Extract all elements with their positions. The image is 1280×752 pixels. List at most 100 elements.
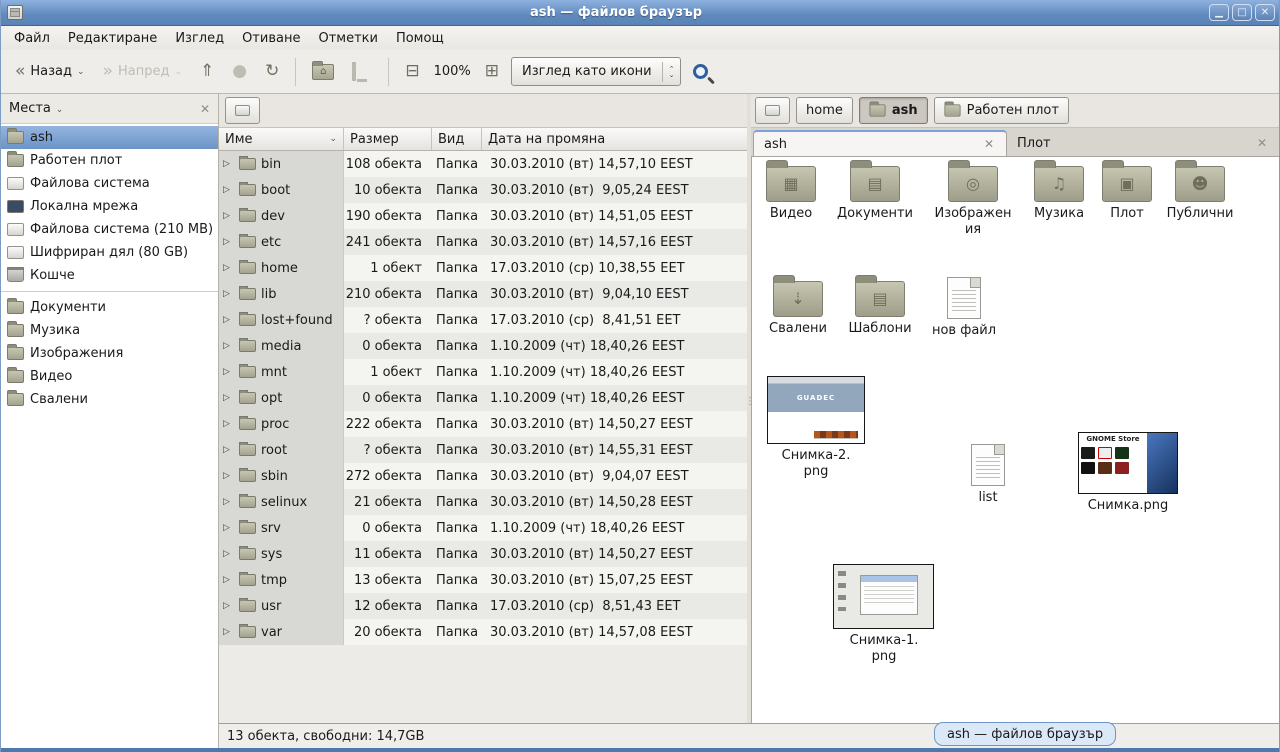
file-row[interactable]: ▷ proc 222 обекта Папка 30.03.2010 (вт) … bbox=[219, 411, 747, 437]
close-button[interactable]: ✕ bbox=[1255, 4, 1275, 21]
file-row[interactable]: ▷ boot 10 обекта Папка 30.03.2010 (вт) 9… bbox=[219, 177, 747, 203]
sidebar-item[interactable]: Файлова система bbox=[1, 172, 218, 195]
maximize-button[interactable]: □ bbox=[1232, 4, 1252, 21]
file-row[interactable]: ▷ selinux 21 обекта Папка 30.03.2010 (вт… bbox=[219, 489, 747, 515]
icon-item-documents[interactable]: ▤ Документи bbox=[830, 166, 920, 222]
zoom-in-button[interactable]: ⊞ bbox=[479, 59, 505, 84]
file-row[interactable]: ▷ lib 210 обекта Папка 30.03.2010 (вт) 9… bbox=[219, 281, 747, 307]
expander-icon[interactable]: ▷ bbox=[223, 185, 234, 195]
file-row[interactable]: ▷ etc 241 обекта Папка 30.03.2010 (вт) 1… bbox=[219, 229, 747, 255]
file-row[interactable]: ▷ lost+found ? обекта Папка 17.03.2010 (… bbox=[219, 307, 747, 333]
file-row[interactable]: ▷ sys 11 обекта Папка 30.03.2010 (вт) 14… bbox=[219, 541, 747, 567]
menu-item[interactable]: Отметки bbox=[309, 29, 386, 48]
column-header-date[interactable]: Дата на промяна bbox=[482, 128, 747, 150]
sidebar-item[interactable]: Музика bbox=[1, 319, 218, 342]
sidebar-title[interactable]: Места ⌄ bbox=[9, 101, 200, 116]
expander-icon[interactable]: ▷ bbox=[223, 341, 234, 351]
icon-item-downloads[interactable]: ⇣ Свалени bbox=[761, 281, 835, 337]
file-row[interactable]: ▷ var 20 обекта Папка 30.03.2010 (вт) 14… bbox=[219, 619, 747, 645]
up-button[interactable]: ⇑ bbox=[194, 59, 220, 84]
sidebar-item[interactable]: Свалени bbox=[1, 388, 218, 411]
file-row[interactable]: ▷ bin 108 обекта Папка 30.03.2010 (вт) 1… bbox=[219, 151, 747, 177]
icon-item-desktop[interactable]: ▣ Плот bbox=[1100, 166, 1154, 222]
back-button[interactable]: « Назад ⌄ bbox=[9, 59, 91, 84]
stop-button[interactable]: ● bbox=[226, 59, 253, 84]
file-row[interactable]: ▷ sbin 272 обекта Папка 30.03.2010 (вт) … bbox=[219, 463, 747, 489]
expander-icon[interactable]: ▷ bbox=[223, 471, 234, 481]
forward-button[interactable]: » Напред ⌄ bbox=[97, 59, 188, 84]
expander-icon[interactable]: ▷ bbox=[223, 211, 234, 221]
file-row[interactable]: ▷ srv 0 обекта Папка 1.10.2009 (чт) 18,4… bbox=[219, 515, 747, 541]
menu-item[interactable]: Отиване bbox=[233, 29, 309, 48]
search-button[interactable] bbox=[687, 60, 714, 83]
window-menu-icon[interactable] bbox=[7, 5, 23, 20]
expander-icon[interactable]: ▷ bbox=[223, 523, 234, 533]
home-button[interactable]: ⌂ bbox=[306, 60, 340, 84]
tab-desktop[interactable]: Плот ✕ bbox=[1007, 130, 1279, 156]
icon-item-list[interactable]: list bbox=[958, 444, 1018, 506]
breadcrumb-root-button[interactable] bbox=[755, 97, 790, 124]
icon-item-templates[interactable]: ▤ Шаблони bbox=[842, 281, 918, 337]
expander-icon[interactable]: ▷ bbox=[223, 575, 234, 585]
expander-icon[interactable]: ▷ bbox=[223, 445, 234, 455]
reload-button[interactable]: ↻ bbox=[259, 59, 285, 84]
sidebar-item[interactable]: Видео bbox=[1, 365, 218, 388]
file-row[interactable]: ▷ tmp 13 обекта Папка 30.03.2010 (вт) 15… bbox=[219, 567, 747, 593]
expander-icon[interactable]: ▷ bbox=[223, 497, 234, 507]
minimize-button[interactable]: ▁ bbox=[1209, 4, 1229, 21]
file-row[interactable]: ▷ root ? обекта Папка 30.03.2010 (вт) 14… bbox=[219, 437, 747, 463]
sidebar-item[interactable]: ash bbox=[1, 126, 218, 149]
expander-icon[interactable]: ▷ bbox=[223, 289, 234, 299]
tab-close-icon[interactable]: ✕ bbox=[982, 137, 996, 151]
column-header-size[interactable]: Размер bbox=[344, 128, 432, 150]
expander-icon[interactable]: ▷ bbox=[223, 263, 234, 273]
sidebar-item[interactable]: Шифриран дял (80 GB) bbox=[1, 241, 218, 264]
tab-close-icon[interactable]: ✕ bbox=[1255, 136, 1269, 150]
expander-icon[interactable]: ▷ bbox=[223, 393, 234, 403]
file-row[interactable]: ▷ dev 190 обекта Папка 30.03.2010 (вт) 1… bbox=[219, 203, 747, 229]
breadcrumb-user-button[interactable]: ash bbox=[859, 97, 928, 124]
back-dropdown-icon[interactable]: ⌄ bbox=[77, 67, 85, 77]
sidebar-close-icon[interactable]: ✕ bbox=[200, 102, 210, 116]
expander-icon[interactable]: ▷ bbox=[223, 367, 234, 377]
icon-item-public[interactable]: ☻ Публични bbox=[1157, 166, 1243, 222]
icon-item-snimka[interactable]: GNOME Store Снимка.png bbox=[1078, 432, 1178, 514]
expander-icon[interactable]: ▷ bbox=[223, 549, 234, 559]
menu-item[interactable]: Изглед bbox=[166, 29, 233, 48]
expander-icon[interactable]: ▷ bbox=[223, 601, 234, 611]
expander-icon[interactable]: ▷ bbox=[223, 627, 234, 637]
tab-ash[interactable]: ash ✕ bbox=[753, 130, 1007, 156]
breadcrumb-root-button[interactable] bbox=[225, 97, 260, 124]
computer-button[interactable] bbox=[346, 60, 378, 84]
column-header-kind[interactable]: Вид bbox=[432, 128, 482, 150]
file-row[interactable]: ▷ mnt 1 обект Папка 1.10.2009 (чт) 18,40… bbox=[219, 359, 747, 385]
sidebar-item[interactable]: Локална мрежа bbox=[1, 195, 218, 218]
expander-icon[interactable]: ▷ bbox=[223, 237, 234, 247]
menu-item[interactable]: Помощ bbox=[387, 29, 453, 48]
icon-item-new-file[interactable]: нов файл bbox=[924, 277, 1004, 339]
breadcrumb-home-button[interactable]: home bbox=[796, 97, 853, 124]
breadcrumb-desktop-button[interactable]: Работен плот bbox=[934, 97, 1069, 124]
sidebar-item[interactable]: Файлова система (210 MB) bbox=[1, 218, 218, 241]
column-header-name[interactable]: Име⌄ bbox=[219, 128, 344, 150]
file-row[interactable]: ▷ usr 12 обекта Папка 17.03.2010 (ср) 8,… bbox=[219, 593, 747, 619]
sidebar-item[interactable]: Работен плот bbox=[1, 149, 218, 172]
icon-item-snimka1[interactable]: Снимка-1.png bbox=[833, 564, 934, 665]
view-mode-select[interactable]: Изглед като икони ⌃⌄ bbox=[511, 57, 681, 86]
sidebar-item[interactable]: Изображения bbox=[1, 342, 218, 365]
icon-view-canvas[interactable]: ▦ Видео ▤ Документи ◎ Изображения ♫ bbox=[751, 157, 1279, 723]
file-row[interactable]: ▷ opt 0 обекта Папка 1.10.2009 (чт) 18,4… bbox=[219, 385, 747, 411]
sidebar-item[interactable]: Документи bbox=[1, 296, 218, 319]
icon-item-video[interactable]: ▦ Видео bbox=[758, 166, 824, 222]
menu-item[interactable]: Редактиране bbox=[59, 29, 166, 48]
file-row[interactable]: ▷ media 0 обекта Папка 1.10.2009 (чт) 18… bbox=[219, 333, 747, 359]
sidebar-item[interactable]: Кошче bbox=[1, 264, 218, 287]
icon-item-music[interactable]: ♫ Музика bbox=[1024, 166, 1094, 222]
expander-icon[interactable]: ▷ bbox=[223, 159, 234, 169]
menu-item[interactable]: Файл bbox=[5, 29, 59, 48]
expander-icon[interactable]: ▷ bbox=[223, 315, 234, 325]
expander-icon[interactable]: ▷ bbox=[223, 419, 234, 429]
zoom-out-button[interactable]: ⊟ bbox=[399, 59, 425, 84]
icon-item-images[interactable]: ◎ Изображения bbox=[932, 166, 1014, 238]
icon-item-snimka2[interactable]: GUADEC Снимка-2.png bbox=[767, 376, 865, 480]
